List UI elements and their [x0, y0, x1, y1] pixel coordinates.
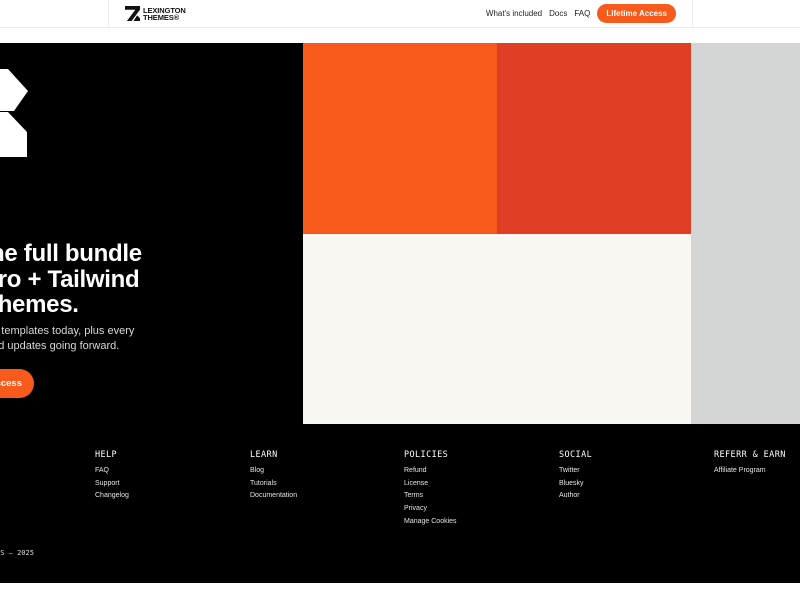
logo-text: LEXINGTON THEMES®	[143, 6, 186, 22]
copyright-text: ES — 2025	[0, 549, 34, 557]
main-nav: What's included Docs FAQ Lifetime Access	[479, 0, 676, 27]
footer-link-documentation[interactable]: Documentation	[250, 490, 297, 503]
footer-link-affiliate-program[interactable]: Affiliate Program	[714, 465, 786, 478]
footer-heading: POLICIES	[404, 450, 449, 460]
footer-link-terms[interactable]: Terms	[404, 490, 457, 503]
footer-link-changelog[interactable]: Changelog	[95, 490, 129, 503]
hero-section: he full bundle tro + Tailwind themes. 34…	[0, 43, 800, 424]
footer-heading: LEARN	[250, 450, 278, 460]
footer-link-twitter[interactable]: Twitter	[559, 465, 592, 478]
footer-link-refund[interactable]: Refund	[404, 465, 457, 478]
hero-subtext-line-2: and updates going forward.	[0, 340, 120, 352]
preview-tile-gray	[691, 43, 800, 424]
hero-subtext: 34 templates today, plus every and updat…	[0, 324, 134, 354]
footer-column-referral: REFERR & EARN Affiliate Program	[714, 450, 786, 478]
header-divider-left	[108, 0, 109, 27]
logo-line-2: THEMES®	[143, 12, 180, 22]
hero-headline-line-3: themes.	[0, 291, 79, 318]
footer-column-social: SOCIAL Twitter Bluesky Author	[559, 450, 592, 503]
logo-mark-icon	[125, 6, 140, 21]
nav-link-faq[interactable]: FAQ	[574, 9, 590, 18]
header-divider-right	[692, 0, 693, 27]
hero-subtext-line-1: 34 templates today, plus every	[0, 325, 135, 337]
footer-heading: SOCIAL	[559, 450, 593, 460]
preview-tile-cream	[303, 234, 691, 424]
lifetime-access-button[interactable]: Lifetime Access	[597, 4, 676, 23]
footer-heading: REFERR & EARN	[714, 450, 786, 460]
site-header: LEXINGTON THEMES® What's included Docs F…	[0, 0, 800, 28]
footer-link-license[interactable]: License	[404, 478, 457, 491]
footer-link-manage-cookies[interactable]: Manage Cookies	[404, 516, 457, 529]
footer-link-tutorials[interactable]: Tutorials	[250, 478, 297, 491]
hero-text-panel: he full bundle tro + Tailwind themes. 34…	[0, 43, 303, 424]
nav-link-whats-included[interactable]: What's included	[486, 9, 542, 18]
brand-mark-icon	[0, 69, 28, 157]
nav-link-docs[interactable]: Docs	[549, 9, 567, 18]
hero-headline: he full bundle tro + Tailwind themes.	[0, 241, 142, 318]
footer-heading: HELP	[95, 450, 118, 460]
preview-tile-red	[497, 43, 691, 234]
footer-link-support[interactable]: Support	[95, 478, 129, 491]
footer-link-author[interactable]: Author	[559, 490, 592, 503]
footer-link-faq[interactable]: FAQ	[95, 465, 129, 478]
footer-link-bluesky[interactable]: Bluesky	[559, 478, 592, 491]
preview-tile-orange	[303, 43, 497, 234]
hero-access-button[interactable]: ccess	[0, 369, 34, 398]
footer-link-blog[interactable]: Blog	[250, 465, 297, 478]
footer-column-help: HELP FAQ Support Changelog	[95, 450, 129, 503]
footer-column-learn: LEARN Blog Tutorials Documentation	[250, 450, 297, 503]
site-footer: HELP FAQ Support Changelog LEARN Blog Tu…	[0, 424, 800, 583]
logo[interactable]: LEXINGTON THEMES®	[125, 6, 186, 21]
footer-column-policies: POLICIES Refund License Terms Privacy Ma…	[404, 450, 457, 528]
hero-headline-line-1: he full bundle	[0, 240, 142, 267]
hero-headline-line-2: tro + Tailwind	[0, 265, 140, 293]
footer-link-privacy[interactable]: Privacy	[404, 503, 457, 516]
